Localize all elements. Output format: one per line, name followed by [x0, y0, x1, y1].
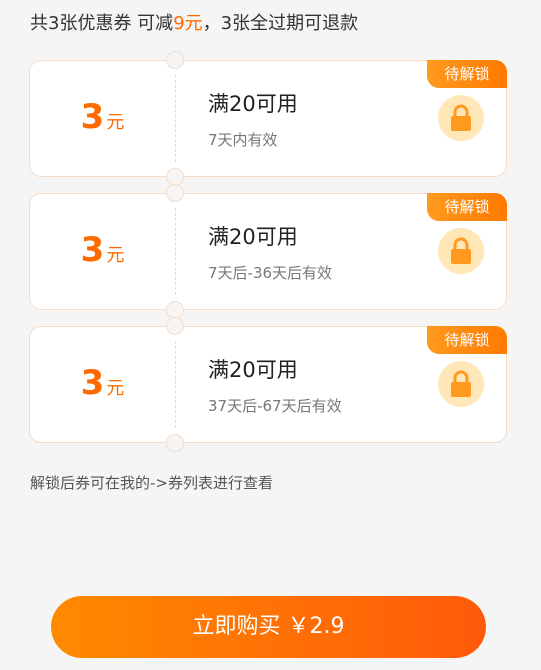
lock-icon — [438, 361, 484, 407]
summary-discount-amount: 9元 — [173, 13, 203, 34]
coupon-card[interactable]: 3元 满20可用 37天后-67天后有效 待解锁 — [29, 317, 507, 452]
unlock-hint: 解锁后券可在我的->券列表进行查看 — [30, 474, 273, 492]
coupon-amount: 3元 — [30, 230, 175, 270]
coupon-notch — [166, 317, 184, 335]
summary-refund-text: ，3张全过期可退款 — [202, 13, 359, 34]
coupon-status-badge: 待解锁 — [427, 326, 507, 354]
coupon-validity: 7天后-36天后有效 — [208, 264, 333, 282]
coupon-card[interactable]: 3元 满20可用 7天后-36天后有效 待解锁 — [29, 184, 507, 319]
coupon-notch — [166, 434, 184, 452]
coupon-value: 3 — [80, 230, 105, 270]
coupon-summary: 共3张优惠券 可减9元，3张全过期可退款 — [30, 9, 358, 35]
coupon-value: 3 — [80, 363, 105, 403]
coupon-condition: 满20可用 — [208, 92, 298, 116]
coupon-amount: 3元 — [30, 97, 175, 137]
coupon-status-badge: 待解锁 — [427, 60, 507, 88]
coupon-unit: 元 — [106, 112, 125, 133]
coupon-condition: 满20可用 — [208, 358, 298, 382]
coupon-card[interactable]: 3元 满20可用 7天内有效 待解锁 — [29, 51, 507, 186]
coupon-validity: 37天后-67天后有效 — [208, 397, 342, 415]
summary-text: 共3张优惠券 可减 — [30, 13, 174, 34]
coupon-unit: 元 — [106, 245, 125, 266]
coupon-validity: 7天内有效 — [208, 131, 278, 149]
lock-icon — [438, 95, 484, 141]
coupon-divider — [175, 75, 176, 162]
coupon-condition: 满20可用 — [208, 225, 298, 249]
coupon-divider — [175, 208, 176, 295]
coupon-notch — [166, 51, 184, 69]
coupon-amount: 3元 — [30, 363, 175, 403]
buy-now-button[interactable]: 立即购买 ￥2.9 — [51, 596, 486, 658]
coupon-unit: 元 — [106, 378, 125, 399]
coupon-notch — [166, 184, 184, 202]
coupon-status-badge: 待解锁 — [427, 193, 507, 221]
coupon-divider — [175, 341, 176, 428]
lock-icon — [438, 228, 484, 274]
coupon-value: 3 — [80, 97, 105, 137]
